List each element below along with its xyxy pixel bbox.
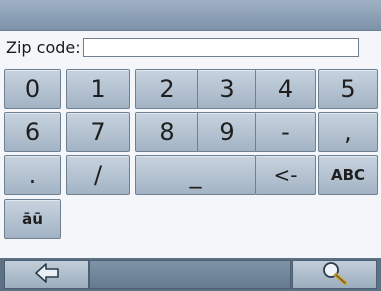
toolbar-spacer [89,260,291,289]
zip-code-input[interactable] [82,37,359,57]
key-3[interactable]: 3 [197,69,257,109]
key-abc-layout[interactable]: ABC [318,155,378,195]
key-5[interactable]: 5 [318,69,378,109]
key-7[interactable]: 7 [66,112,130,152]
bottom-toolbar [0,258,381,291]
key-9[interactable]: 9 [197,112,257,152]
zip-code-label: Zip code: [6,37,81,57]
key-6[interactable]: 6 [4,112,61,152]
zip-code-row: Zip code: [6,36,359,58]
key-2[interactable]: 2 [135,69,199,109]
key-8[interactable]: 8 [135,112,199,152]
key-backspace[interactable]: <- [255,155,316,195]
key-1[interactable]: 1 [66,69,130,109]
key-underscore[interactable]: _ [135,155,256,195]
back-button[interactable] [4,260,89,289]
magnifier-icon [321,261,349,289]
key-dash[interactable]: - [255,112,316,152]
key-4[interactable]: 4 [255,69,316,109]
search-button[interactable] [292,260,377,289]
title-bar [0,0,381,31]
left-arrow-icon [34,262,60,288]
zip-entry-screen: Zip code: 0 1 2 3 4 5 6 7 8 9 - , . / _ … [0,0,381,291]
key-comma[interactable]: , [318,112,378,152]
key-0[interactable]: 0 [4,69,61,109]
key-period[interactable]: . [4,155,61,195]
key-slash[interactable]: / [66,155,130,195]
key-accents-layout[interactable]: āū [4,199,61,239]
